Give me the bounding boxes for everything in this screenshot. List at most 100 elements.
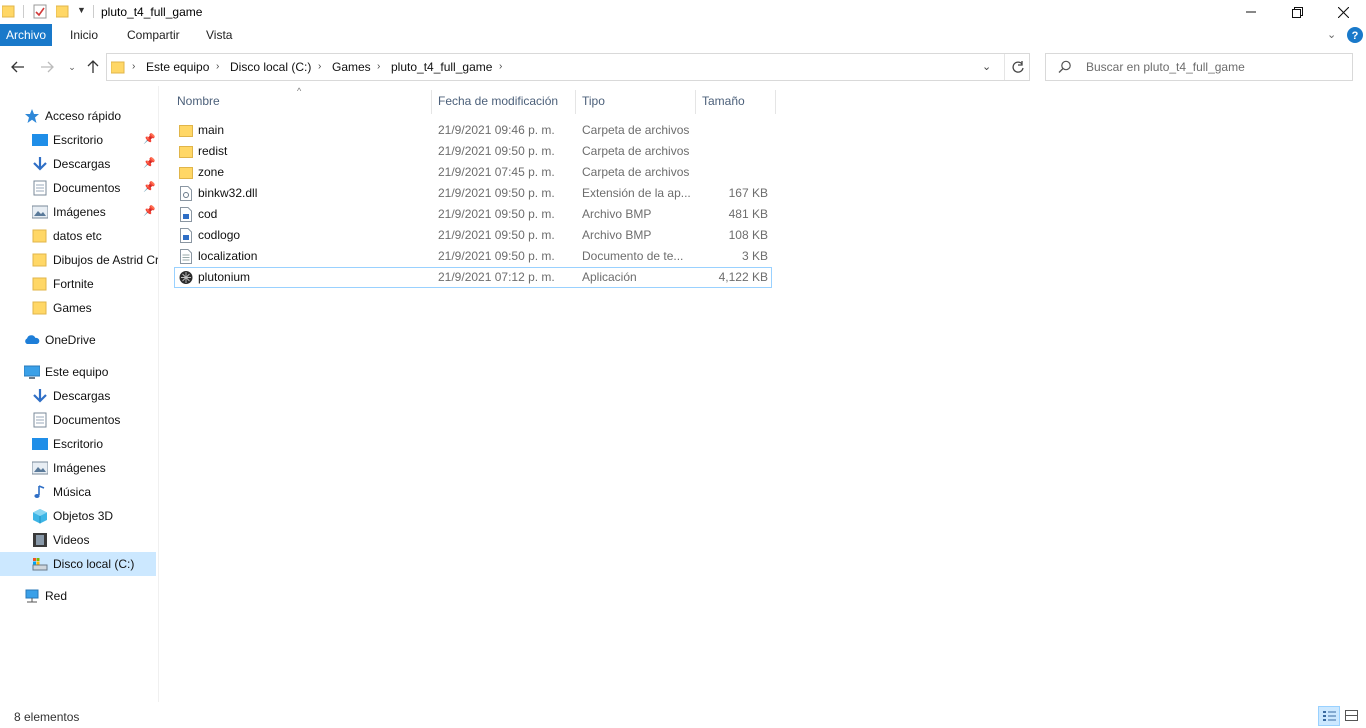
up-arrow-icon — [87, 60, 99, 73]
chevron-right-icon[interactable]: › — [377, 61, 380, 72]
column-divider[interactable] — [431, 90, 432, 114]
breadcrumb-current-folder[interactable]: pluto_t4_full_game — [391, 60, 492, 74]
image-file-icon — [180, 207, 192, 222]
nav-item-pc-videos[interactable]: Videos — [32, 528, 158, 552]
file-type: Archivo BMP — [582, 207, 652, 221]
tab-compartir[interactable]: Compartir — [119, 24, 188, 46]
nav-label: Disco local (C:) — [53, 557, 135, 571]
nav-quick-access[interactable]: Acceso rápido — [24, 104, 158, 128]
search-input[interactable]: Buscar en pluto_t4_full_game — [1086, 60, 1245, 74]
nav-item-pc-objetos-3d[interactable]: Objetos 3D — [32, 504, 158, 528]
file-size: 167 KB — [728, 186, 768, 200]
column-header-name[interactable]: Nombre — [177, 94, 220, 108]
documents-icon — [33, 180, 47, 196]
minimize-button[interactable] — [1228, 0, 1274, 24]
address-dropdown-icon[interactable]: ⌄ — [982, 60, 991, 73]
details-view-button[interactable] — [1318, 706, 1340, 726]
nav-item-escritorio[interactable]: Escritorio — [32, 128, 158, 152]
recent-locations-button[interactable]: ⌄ — [63, 58, 81, 76]
nav-label: datos etc — [53, 229, 102, 243]
nav-item-descargas[interactable]: Descargas — [32, 152, 158, 176]
file-name: binkw32.dll — [198, 186, 258, 200]
chevron-right-icon[interactable]: › — [499, 61, 502, 72]
nav-label: Fortnite — [53, 277, 94, 291]
restore-button[interactable] — [1274, 0, 1320, 24]
divider — [1004, 54, 1005, 80]
large-icons-view-button[interactable] — [1342, 706, 1362, 726]
file-row-codlogo[interactable]: codlogo 21/9/2021 09:50 p. m. Archivo BM… — [174, 225, 772, 246]
file-row-binkw32[interactable]: binkw32.dll 21/9/2021 09:50 p. m. Extens… — [174, 183, 772, 204]
nav-label: Acceso rápido — [45, 109, 122, 123]
nav-item-dibujos[interactable]: Dibujos de Astrid Cr — [32, 248, 158, 272]
close-button[interactable] — [1320, 0, 1366, 24]
nav-item-imagenes[interactable]: Imágenes — [32, 200, 158, 224]
tab-inicio[interactable]: Inicio — [62, 24, 106, 46]
address-bar[interactable]: › Este equipo › Disco local (C:) › Games… — [106, 53, 1030, 81]
breadcrumb-este-equipo[interactable]: Este equipo — [146, 60, 209, 74]
refresh-icon[interactable] — [1011, 60, 1025, 74]
item-count: 8 elementos — [14, 710, 80, 724]
back-arrow-icon — [11, 61, 24, 73]
column-divider[interactable] — [695, 90, 696, 114]
column-divider[interactable] — [575, 90, 576, 114]
nav-item-pc-disco-local[interactable]: Disco local (C:) — [32, 552, 158, 576]
pin-icon[interactable]: 📌 — [143, 134, 155, 145]
file-row-zone[interactable]: zone 21/9/2021 07:45 p. m. Carpeta de ar… — [174, 162, 772, 183]
chevron-right-icon[interactable]: › — [132, 61, 135, 72]
nav-item-pc-escritorio[interactable]: Escritorio — [32, 432, 158, 456]
plutonium-app-icon — [179, 271, 193, 284]
tab-vista[interactable]: Vista — [198, 24, 240, 46]
pin-icon[interactable]: 📌 — [143, 182, 155, 193]
file-type: Extensión de la ap... — [582, 186, 691, 200]
tab-archivo[interactable]: Archivo — [0, 24, 52, 46]
customize-toolbar-icon[interactable]: ▼ — [77, 5, 86, 15]
back-button[interactable] — [9, 58, 27, 76]
nav-item-games[interactable]: Games — [32, 296, 158, 320]
column-header-size[interactable]: Tamaño — [702, 94, 745, 108]
search-box[interactable]: Buscar en pluto_t4_full_game — [1045, 53, 1353, 81]
restore-icon — [1291, 6, 1303, 18]
nav-item-datos-etc[interactable]: datos etc — [32, 224, 158, 248]
column-divider[interactable] — [775, 90, 776, 114]
nav-onedrive[interactable]: OneDrive — [24, 328, 158, 352]
expand-ribbon-icon[interactable]: ⌄ — [1327, 28, 1336, 41]
nav-item-pc-imagenes[interactable]: Imágenes — [32, 456, 158, 480]
nav-item-pc-musica[interactable]: Música — [32, 480, 158, 504]
file-date: 21/9/2021 09:46 p. m. — [438, 123, 555, 137]
column-header-type[interactable]: Tipo — [582, 94, 605, 108]
file-row-main[interactable]: main 21/9/2021 09:46 p. m. Carpeta de ar… — [174, 120, 772, 141]
breadcrumb-games[interactable]: Games — [332, 60, 371, 74]
folder-icon — [32, 253, 47, 267]
nav-este-equipo[interactable]: Este equipo — [24, 360, 158, 384]
ribbon-tabs: Archivo Inicio Compartir Vista ⌄ ? — [0, 24, 1366, 46]
nav-red[interactable]: Red — [24, 584, 158, 608]
window-title: pluto_t4_full_game — [101, 5, 203, 19]
pin-icon[interactable]: 📌 — [143, 206, 155, 217]
file-size: 3 KB — [741, 249, 768, 263]
column-header-date[interactable]: Fecha de modificación — [438, 94, 558, 108]
desktop-icon — [32, 438, 48, 450]
nav-label: Imágenes — [53, 461, 106, 475]
file-row-redist[interactable]: redist 21/9/2021 09:50 p. m. Carpeta de … — [174, 141, 772, 162]
nav-item-pc-documentos[interactable]: Documentos — [32, 408, 158, 432]
up-button[interactable] — [84, 58, 102, 76]
pin-icon[interactable]: 📌 — [143, 158, 155, 169]
nav-item-documentos[interactable]: Documentos — [32, 176, 158, 200]
nav-item-fortnite[interactable]: Fortnite — [32, 272, 158, 296]
file-row-localization[interactable]: localization 21/9/2021 09:50 p. m. Docum… — [174, 246, 772, 267]
title-bar: ▼ pluto_t4_full_game — [0, 0, 1366, 24]
forward-button[interactable] — [38, 58, 56, 76]
new-folder-icon[interactable] — [56, 4, 70, 18]
nav-label: OneDrive — [45, 333, 96, 347]
file-row-plutonium[interactable]: plutonium 21/9/2021 07:12 p. m. Aplicaci… — [174, 267, 772, 288]
file-row-cod[interactable]: cod 21/9/2021 09:50 p. m. Archivo BMP 48… — [174, 204, 772, 225]
chevron-right-icon[interactable]: › — [216, 61, 219, 72]
help-icon[interactable]: ? — [1347, 27, 1363, 43]
properties-icon[interactable] — [33, 4, 48, 19]
nav-label: Escritorio — [53, 133, 104, 147]
file-date: 21/9/2021 07:12 p. m. — [438, 270, 555, 284]
chevron-right-icon[interactable]: › — [318, 61, 321, 72]
nav-item-pc-descargas[interactable]: Descargas — [32, 384, 158, 408]
file-type: Documento de te... — [582, 249, 684, 263]
breadcrumb-disco-local[interactable]: Disco local (C:) — [230, 60, 311, 74]
